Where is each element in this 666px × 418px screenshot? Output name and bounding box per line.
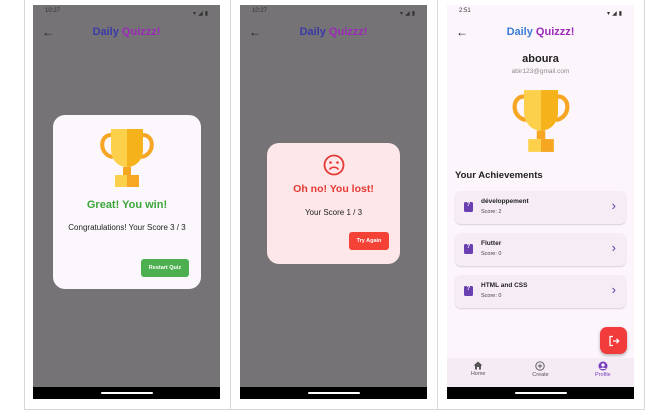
wifi-icon: ▾ [193,11,197,17]
achievement-card[interactable]: Flutter Score: 0 › [455,233,626,266]
phone-screen-profile: 2:51 ▾ ◢ ▮ ← Daily Quizzz! aboura abir12… [447,5,634,399]
quiz-icon [464,202,473,212]
back-arrow-icon[interactable]: ← [456,25,468,39]
achievement-card[interactable]: HTML and CSS Score: 0 › [455,275,626,308]
signal-icon: ◢ [198,11,203,17]
quiz-icon [464,286,473,296]
app-bar: ← Daily Quizzz! [240,19,427,45]
status-bar: 10:27 ▾ ◢ ▮ [33,5,220,19]
achievement-title: Flutter [481,240,502,247]
achievement-score: Score: 2 [481,209,502,215]
profile-username: aboura [522,53,559,65]
system-nav-bar [33,387,220,399]
nav-profile[interactable]: Profile [578,358,628,387]
home-gesture-pill[interactable] [307,392,360,394]
achievement-card[interactable]: développement Score: 2 › [455,191,626,224]
achievements-heading: Your Achievements [455,170,543,181]
logout-icon [608,335,620,346]
app-title: Daily Quizzz! [506,26,575,38]
app-title: Daily Quizzz! [92,26,161,38]
chevron-right-icon: › [611,198,616,213]
nav-home[interactable]: Home [453,358,503,387]
achievement-score: Score: 0 [481,293,502,299]
profile-icon [598,361,608,371]
app-bar: ← Daily Quizzz! [447,19,634,45]
status-time: 10:27 [252,8,268,14]
try-again-button[interactable]: Try Again [349,232,389,250]
system-nav-bar [240,387,427,399]
win-title: Great! You win! [86,199,168,211]
system-nav-bar [447,387,634,399]
phone-screen-lose: 10:27 ▾ ◢ ▮ ← Daily Quizzz! Oh no! You l… [240,5,427,399]
trophy-icon [508,88,574,159]
achievement-title: développement [481,198,529,205]
divider [230,0,231,410]
battery-icon: ▮ [204,11,208,17]
app-title: Daily Quizzz! [299,26,368,38]
status-bar: 10:27 ▾ ◢ ▮ [240,5,427,19]
chevron-right-icon: › [611,282,616,297]
home-icon [473,361,483,370]
achievement-score: Score: 0 [481,251,502,257]
quiz-icon [464,244,473,254]
score-message: Your Score 1 / 3 [304,208,363,217]
score-message: Congratulations! Your Score 3 / 3 [68,223,186,232]
logout-button[interactable] [600,327,627,354]
phone-screen-win: 10:27 ▾ ◢ ▮ ← Daily Quizzz! Great! You w… [33,5,220,399]
home-gesture-pill[interactable] [100,392,153,394]
lose-dialog: Oh no! You lost! Your Score 1 / 3 Try Ag… [267,143,400,264]
status-time: 10:27 [45,8,61,14]
back-arrow-icon[interactable]: ← [42,25,54,39]
sad-face-icon [323,154,345,181]
home-gesture-pill[interactable] [514,392,567,394]
lose-title: Oh no! You lost! [293,183,374,195]
bottom-navigation: Home Create Profile [447,358,634,387]
battery-icon: ▮ [411,11,415,17]
win-dialog: Great! You win! Congratulations! Your Sc… [53,115,201,289]
status-bar: 2:51 ▾ ◢ ▮ [447,5,634,19]
wifi-icon: ▾ [607,11,611,17]
wifi-icon: ▾ [400,11,404,17]
restart-quiz-button[interactable]: Restart Quiz [141,259,189,277]
back-arrow-icon[interactable]: ← [249,25,261,39]
signal-icon: ◢ [612,11,617,17]
trophy-icon [97,125,157,196]
app-bar: ← Daily Quizzz! [33,19,220,45]
chevron-right-icon: › [611,240,616,255]
divider [437,0,438,410]
achievement-title: HTML and CSS [481,282,528,289]
status-time: 2:51 [459,8,471,14]
add-circle-icon [535,361,546,371]
signal-icon: ◢ [405,11,410,17]
nav-create[interactable]: Create [515,358,565,387]
profile-email: abir123@gmail.com [511,68,570,75]
battery-icon: ▮ [618,11,622,17]
